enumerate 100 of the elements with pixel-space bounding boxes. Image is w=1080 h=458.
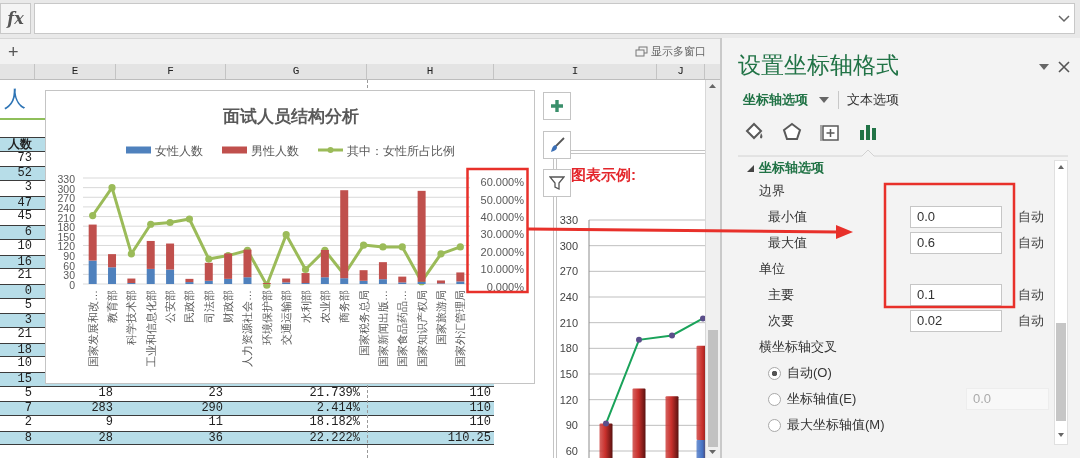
table-cell-text: 18 [16, 343, 33, 357]
data-point [147, 220, 155, 228]
radio-button[interactable] [768, 366, 781, 380]
field-label: 次要 [768, 312, 795, 331]
bar-chart-icon [858, 122, 878, 142]
data-point [398, 243, 406, 251]
category-label: 国家发展和改… [86, 290, 99, 367]
column-header[interactable]: I [494, 64, 657, 79]
pane-title: 设置坐标轴格式 [738, 51, 899, 80]
axis-label: 210 [559, 316, 578, 329]
input-field[interactable]: 0.02 [910, 310, 1002, 332]
scroll-down-icon[interactable] [706, 447, 719, 457]
input-field[interactable]: 0.1 [910, 284, 1002, 306]
scrollbar-thumb[interactable] [708, 330, 718, 447]
category-label: 国家知识产权局 [415, 290, 428, 367]
radio-label[interactable]: 最大坐标轴值(M) [787, 415, 885, 435]
column-header[interactable]: H [367, 64, 494, 79]
chart-filters-button[interactable] [543, 169, 571, 197]
reset-button[interactable]: 自动 [1018, 207, 1044, 227]
chevron-down-icon[interactable] [1058, 14, 1070, 23]
data-point [700, 315, 705, 322]
column-header[interactable]: E [35, 64, 116, 79]
reset-button[interactable]: 自动 [1018, 285, 1044, 305]
bar [108, 254, 117, 268]
tab[interactable]: 文本选项 [847, 90, 899, 110]
column-header[interactable]: F [116, 64, 226, 79]
data-point [456, 243, 464, 251]
section-header[interactable]: 坐标轴选项 [759, 158, 824, 178]
close-icon[interactable] [1058, 61, 1070, 73]
caret-icon[interactable] [1038, 62, 1050, 72]
axis-label: 120 [559, 393, 578, 406]
input-field[interactable]: 0.6 [910, 232, 1002, 254]
data-point [669, 332, 675, 339]
category-label: 科学技术部 [125, 290, 138, 345]
new-sheet-button[interactable]: + [4, 42, 23, 61]
scrollbar-thumb[interactable] [1056, 323, 1066, 421]
tab[interactable]: 坐标轴选项 [743, 90, 808, 110]
axis-label: 330 [559, 214, 578, 226]
table-cell-text: 110 [468, 416, 492, 431]
radio-button[interactable] [768, 418, 781, 432]
data-point [108, 184, 116, 192]
axis-label: 60.000% [480, 176, 524, 189]
axis-label: 240 [559, 291, 578, 303]
caret-icon[interactable] [818, 96, 830, 104]
table-cell-text: 9 [104, 416, 114, 431]
table-cell-text: 15 [16, 373, 33, 386]
category-label: 工业和信息化部 [144, 290, 157, 367]
axis-label: 330 [57, 173, 75, 185]
category-label: 教育部 [106, 290, 119, 323]
table-cell-text: 2.414% [315, 402, 361, 416]
data-point [301, 265, 310, 274]
column-header[interactable]: J [657, 64, 705, 79]
data-point [636, 336, 642, 343]
group-label: 边界 [759, 182, 785, 201]
collapse-icon[interactable] [746, 163, 755, 173]
reset-button[interactable]: 自动 [1018, 233, 1044, 253]
chart-styles-button[interactable] [543, 130, 571, 159]
radio-button[interactable] [768, 392, 781, 406]
pentagon-icon [782, 122, 802, 142]
table-cell-text: 7 [23, 402, 33, 416]
table-cell-text: 110 [468, 386, 492, 402]
table-cell-text: 6 [23, 226, 33, 239]
axis-label: 0 [69, 279, 75, 291]
filter-icon [549, 175, 565, 191]
table-cell-text: 45 [16, 210, 33, 226]
bar [599, 423, 613, 458]
radio-label[interactable]: 自动(O) [787, 363, 832, 383]
axis-label: 90 [565, 419, 578, 432]
category-label: 农业部 [318, 290, 331, 323]
axis-label: 40.000% [480, 211, 524, 224]
legend-swatch [222, 146, 247, 154]
legend-label: 男性人数 [251, 143, 299, 158]
formula-field[interactable] [34, 3, 1075, 34]
table-cell-text: 21 [16, 327, 33, 343]
column-header[interactable]: G [226, 64, 367, 79]
reset-button[interactable]: 自动 [1018, 311, 1044, 331]
axis-label: 60 [565, 445, 578, 457]
table-cell-text: 110.25 [446, 431, 492, 445]
table-cell-text: 21.739% [308, 386, 361, 402]
group-label: 横坐标轴交叉 [759, 338, 837, 357]
category-label: 司法部 [202, 290, 215, 323]
chart-title: 面试人员结构分析 [223, 107, 359, 126]
table-cell-text: 16 [16, 255, 33, 269]
show-windows-button[interactable]: 显示多窗口 [635, 43, 706, 60]
table-cell-text: 36 [207, 431, 224, 445]
category-label: 国家食品药品… [396, 290, 409, 367]
tab-pentagon[interactable] [782, 121, 802, 143]
table-cell-text: 11 [207, 416, 224, 431]
category-label: 民政部 [183, 290, 196, 323]
radio-label[interactable]: 坐标轴值(E) [787, 389, 857, 409]
function-button[interactable]: fx [0, 3, 31, 34]
brush-icon [549, 136, 565, 153]
category-label: 商务部 [338, 290, 351, 323]
chart-elements-button[interactable] [543, 92, 571, 120]
data-point [205, 255, 213, 263]
category-label: 财政部 [222, 290, 235, 323]
table-cell-text: 21 [16, 269, 33, 284]
data-point [185, 215, 194, 223]
table-cell-text: 73 [16, 151, 33, 167]
input-field[interactable]: 0.0 [910, 206, 1002, 228]
